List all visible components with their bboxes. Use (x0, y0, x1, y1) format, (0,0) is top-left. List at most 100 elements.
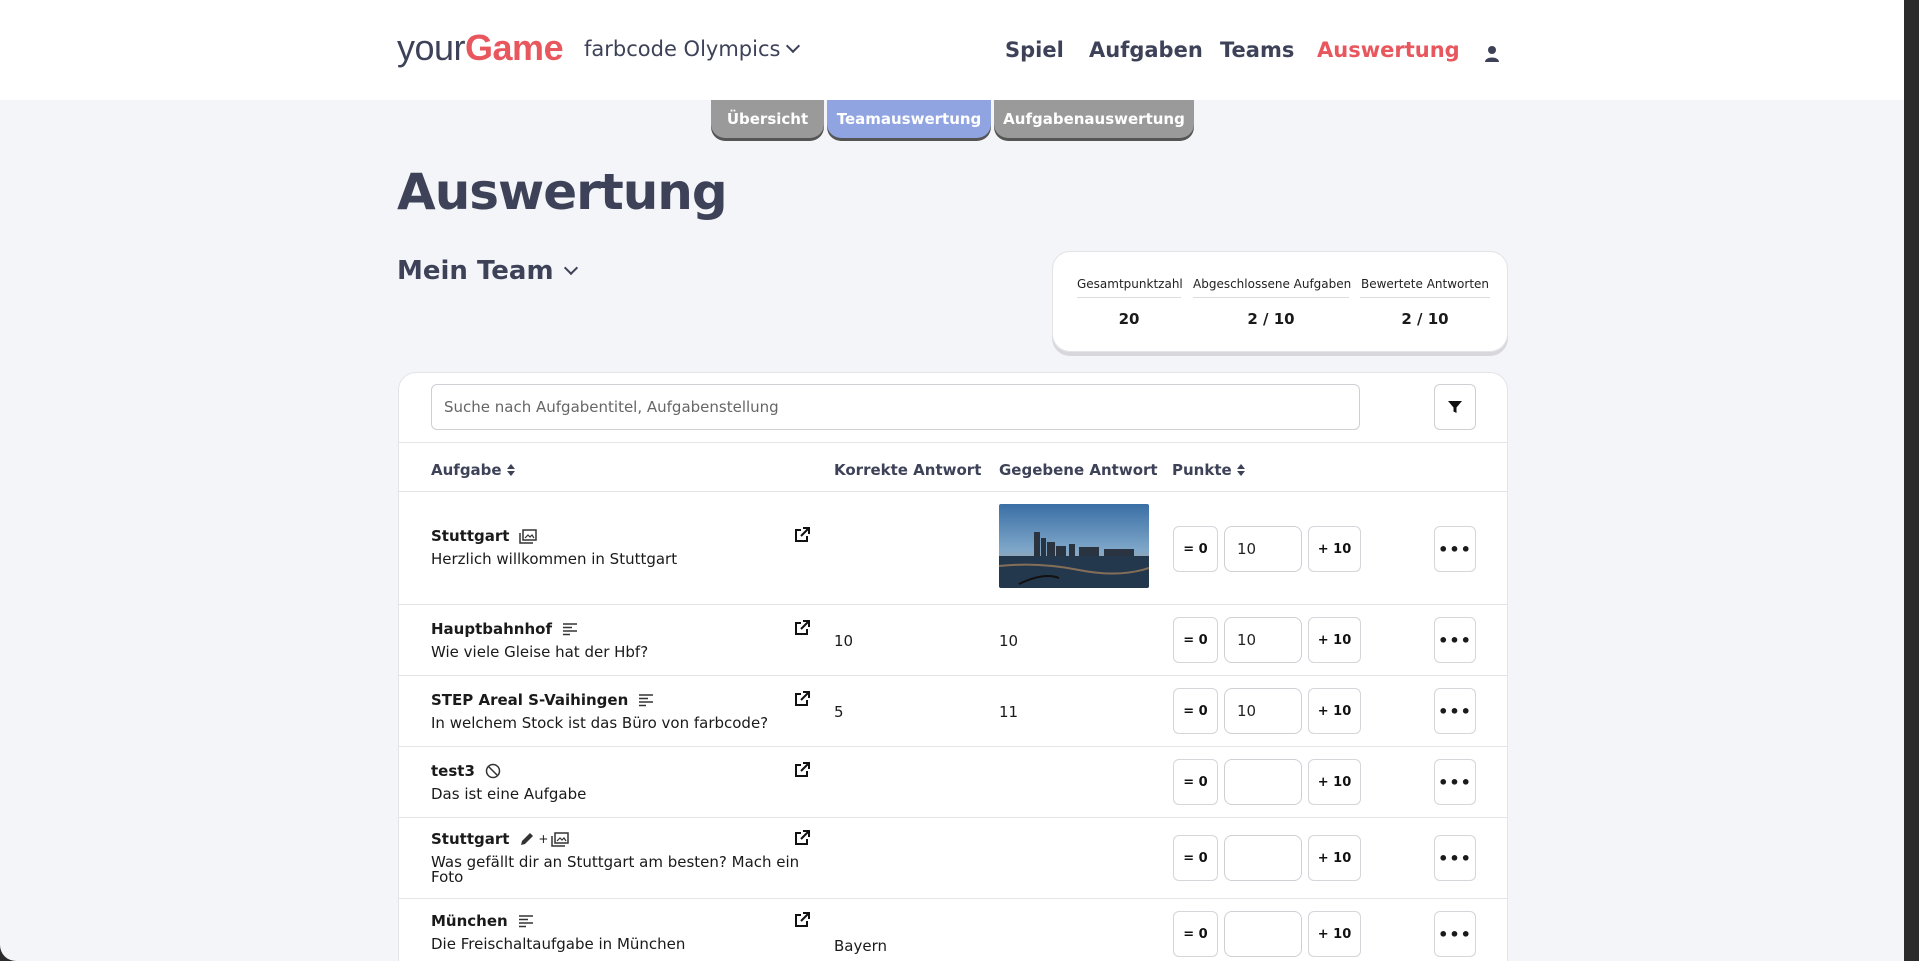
task-title: Stuttgart + (431, 830, 570, 848)
col-aufgabe-header[interactable]: Aufgabe (431, 461, 515, 479)
tab-aufgabenauswertung[interactable]: Aufgabenauswertung (994, 100, 1194, 138)
add-ten-button[interactable]: + 10 (1308, 617, 1361, 663)
tab-uebersicht[interactable]: Übersicht (711, 100, 824, 138)
task-title: Stuttgart (431, 527, 538, 545)
external-link-icon[interactable] (794, 762, 810, 778)
add-ten-button[interactable]: + 10 (1308, 759, 1361, 805)
more-options-button[interactable]: ••• (1434, 688, 1476, 734)
nav-auswertung[interactable]: Auswertung (1317, 38, 1460, 62)
image-icon (519, 528, 538, 544)
task-title-text: München (431, 912, 508, 930)
header-label: Punkte (1172, 461, 1232, 479)
external-link-icon[interactable] (794, 620, 810, 636)
window-frame-edge (1904, 0, 1919, 961)
logo-text-game: Game (465, 27, 564, 68)
task-title-text: Stuttgart (431, 830, 510, 848)
game-selector[interactable]: farbcode Olympics (584, 37, 801, 61)
nav-teams[interactable]: Teams (1220, 38, 1294, 62)
task-title: München (431, 912, 534, 930)
more-options-button[interactable]: ••• (1434, 911, 1476, 957)
stat-value: 2 / 10 (1401, 310, 1449, 328)
blocked-icon (485, 763, 501, 779)
correct-answer: 10 (834, 632, 854, 650)
points-input[interactable] (1224, 835, 1302, 881)
more-options-button[interactable]: ••• (1434, 835, 1476, 881)
set-zero-button[interactable]: = 0 (1173, 911, 1218, 957)
header-label: Korrekte Antwort (834, 461, 982, 479)
task-description: Was gefällt dir an Stuttgart am besten? … (431, 853, 800, 886)
more-options-button[interactable]: ••• (1434, 759, 1476, 805)
header-label: Aufgabe (431, 461, 502, 479)
external-link-icon[interactable] (794, 912, 810, 928)
app-logo[interactable]: yourGame (397, 27, 564, 69)
task-description: Das ist eine Aufgabe (431, 785, 587, 803)
points-input[interactable] (1224, 526, 1302, 572)
task-description: Wie viele Gleise hat der Hbf? (431, 643, 649, 661)
text-lines-icon (518, 915, 533, 928)
table-row: Stuttgart Herzlich willkommen in Stuttga… (399, 492, 1507, 604)
add-ten-button[interactable]: + 10 (1308, 911, 1361, 957)
points-input[interactable] (1224, 911, 1302, 957)
more-options-button[interactable]: ••• (1434, 526, 1476, 572)
sort-icon (1236, 464, 1245, 476)
text-lines-icon (639, 694, 654, 707)
task-title: STEP Areal S-Vaihingen (431, 691, 654, 709)
table-row: Stuttgart + Was gefällt dir an Stuttgart… (399, 818, 1507, 898)
stats-panel: Gesamtpunktzahl 20 Abgeschlossene Aufgab… (1052, 251, 1508, 352)
task-title-text: Hauptbahnhof (431, 620, 552, 638)
nav-aufgaben[interactable]: Aufgaben (1089, 38, 1203, 62)
set-zero-button[interactable]: = 0 (1173, 526, 1218, 572)
set-zero-button[interactable]: = 0 (1173, 835, 1218, 881)
top-header: yourGame farbcode Olympics Spiel Aufgabe… (0, 0, 1904, 100)
col-given-header: Gegebene Antwort (999, 461, 1158, 479)
tab-teamauswertung[interactable]: Teamauswertung (827, 100, 991, 138)
task-description: Die Freischaltaufgabe in München (431, 935, 686, 953)
points-input[interactable] (1224, 617, 1302, 663)
stat-label: Gesamtpunktzahl (1077, 277, 1183, 298)
stat-label: Abgeschlossene Aufgaben (1193, 277, 1351, 298)
col-points-header[interactable]: Punkte (1172, 461, 1245, 479)
divider (399, 442, 1507, 443)
chevron-down-icon (786, 38, 801, 54)
user-icon[interactable] (1484, 45, 1500, 63)
points-input[interactable] (1224, 759, 1302, 805)
search-input[interactable] (431, 384, 1360, 430)
table-row: Hauptbahnhof Wie viele Gleise hat der Hb… (399, 605, 1507, 675)
set-zero-button[interactable]: = 0 (1173, 759, 1218, 805)
col-correct-header: Korrekte Antwort (834, 461, 981, 479)
stat-label: Bewertete Antworten (1360, 277, 1490, 298)
filter-button[interactable] (1434, 384, 1476, 430)
team-selector[interactable]: Mein Team (397, 256, 578, 286)
task-title-text: test3 (431, 762, 475, 780)
task-title: Hauptbahnhof (431, 620, 578, 638)
header-label: Gegebene Antwort (999, 461, 1158, 479)
nav-spiel[interactable]: Spiel (1005, 38, 1064, 62)
stat-rated-answers: Bewertete Antworten 2 / 10 (1360, 277, 1490, 328)
more-options-button[interactable]: ••• (1434, 617, 1476, 663)
set-zero-button[interactable]: = 0 (1173, 688, 1218, 734)
given-answer-photo[interactable] (999, 504, 1149, 588)
filter-icon (1448, 401, 1462, 413)
text-lines-icon (563, 623, 577, 636)
page-title: Auswertung (397, 163, 728, 221)
add-ten-button[interactable]: + 10 (1308, 526, 1361, 572)
add-ten-button[interactable]: + 10 (1308, 835, 1361, 881)
add-ten-button[interactable]: + 10 (1308, 688, 1361, 734)
task-description: Herzlich willkommen in Stuttgart (431, 550, 678, 568)
given-answer: 10 (999, 632, 1019, 650)
set-zero-button[interactable]: = 0 (1173, 617, 1218, 663)
chevron-down-icon (563, 260, 578, 276)
task-title-text: Stuttgart (431, 527, 510, 545)
game-name: farbcode Olympics (584, 37, 781, 61)
window-corner (0, 945, 16, 961)
task-description: In welchem Stock ist das Büro von farbco… (431, 714, 769, 732)
image-icon (551, 831, 570, 847)
external-link-icon[interactable] (794, 527, 810, 543)
table-row: München Die Freischaltaufgabe in München… (399, 899, 1507, 961)
external-link-icon[interactable] (794, 830, 810, 846)
points-input[interactable] (1224, 688, 1302, 734)
external-link-icon[interactable] (794, 691, 810, 707)
table-row: STEP Areal S-Vaihingen In welchem Stock … (399, 676, 1507, 746)
task-title-text: STEP Areal S-Vaihingen (431, 691, 629, 709)
plus-sign: + (538, 832, 549, 846)
